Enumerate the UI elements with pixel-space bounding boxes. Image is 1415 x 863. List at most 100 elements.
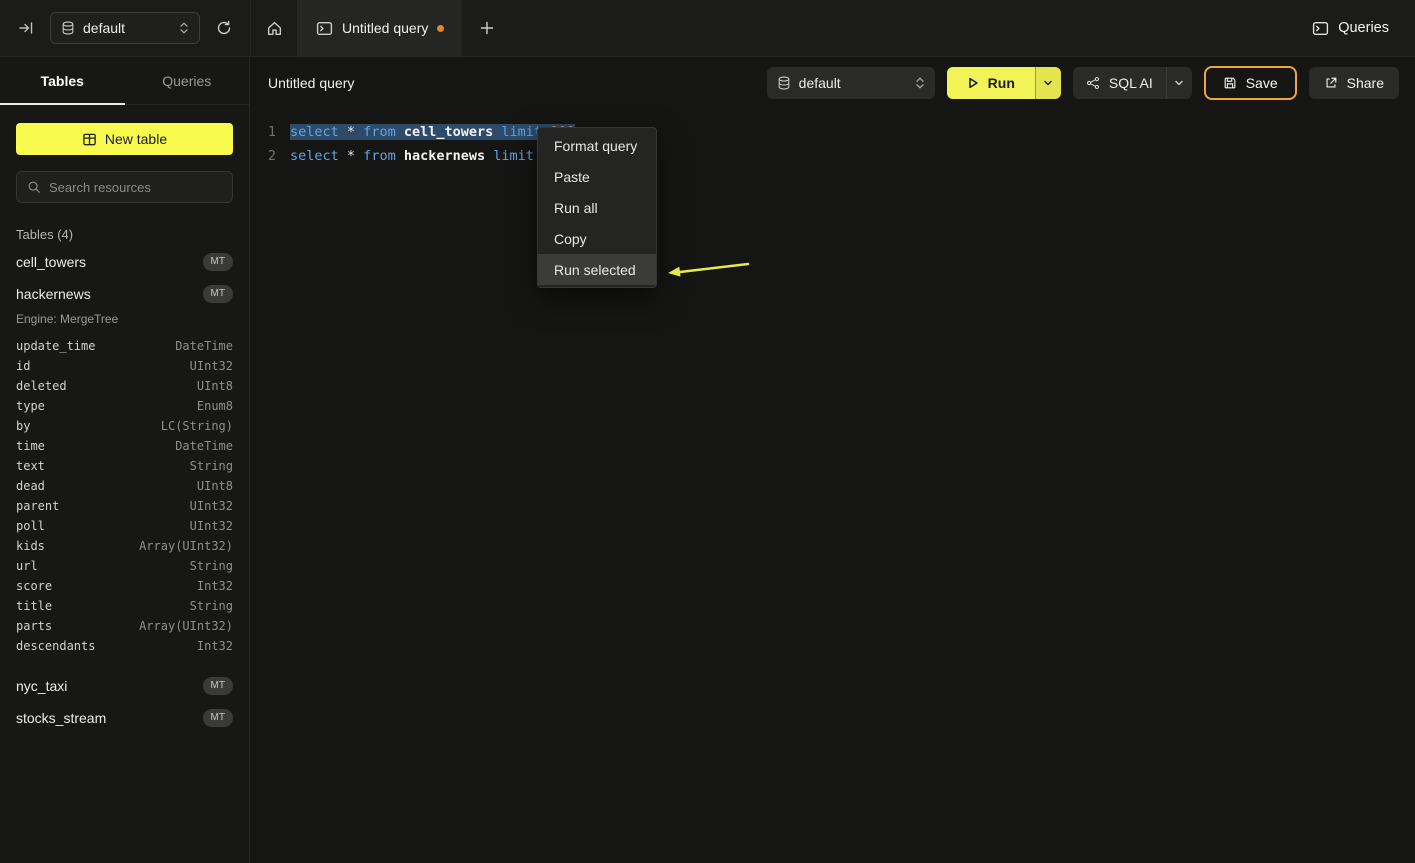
column-name: parts [16,619,52,633]
topbar-database-value: default [83,20,171,36]
run-button[interactable]: Run [947,67,1035,99]
table-row[interactable]: stocks_streamMT [0,702,249,734]
queries-button[interactable]: Queries [1312,20,1389,37]
collapse-sidebar-icon [18,20,34,36]
columns-list: update_timeDateTimeidUInt32deletedUInt8t… [0,336,249,670]
column-name: kids [16,539,45,553]
column-name: text [16,459,45,473]
column-row[interactable]: urlString [0,556,249,576]
search-input[interactable] [49,180,222,195]
save-icon [1223,76,1237,90]
column-type: Enum8 [197,399,233,413]
search-box [16,171,233,203]
new-table-label: New table [105,131,167,147]
query-icon [316,20,333,37]
column-row[interactable]: deadUInt8 [0,476,249,496]
menu-item-run-all[interactable]: Run all [538,192,656,223]
column-row[interactable]: descendantsInt32 [0,636,249,656]
column-row[interactable]: idUInt32 [0,356,249,376]
share-button[interactable]: Share [1309,67,1399,99]
table-name: nyc_taxi [16,678,67,694]
refresh-icon [216,20,232,36]
sql-ai-button-group: SQL AI [1073,67,1192,99]
search-icon [27,180,41,194]
column-row[interactable]: scoreInt32 [0,576,249,596]
menu-item-copy[interactable]: Copy [538,223,656,254]
column-name: url [16,559,38,573]
line-number: 1 [250,124,276,140]
engine-badge: MT [203,253,233,271]
chevron-updown-icon [915,76,925,90]
app-root: { "topbar": { "database_selector": { "va… [0,0,1415,863]
menu-item-paste[interactable]: Paste [538,161,656,192]
sql-editor[interactable]: 1 select * from cell_towers limit 100 2sel… [250,109,1415,863]
column-name: poll [16,519,45,533]
home-tab[interactable] [250,0,298,57]
column-row[interactable]: parentUInt32 [0,496,249,516]
topbar-right: Queries [1312,20,1415,37]
context-menu: Format queryPasteRun allCopyRun selected [537,127,657,288]
query-tab[interactable]: Untitled query [298,0,462,57]
sql-ai-label: SQL AI [1109,75,1153,91]
run-options-button[interactable] [1035,67,1061,99]
column-type: UInt32 [190,519,233,533]
refresh-button[interactable] [210,14,238,42]
share-button-label: Share [1347,75,1384,91]
column-type: String [190,459,233,473]
column-name: time [16,439,45,453]
code-line[interactable]: 2select * from hackernews limit 100 [250,144,1415,168]
column-type: UInt32 [190,499,233,513]
chevron-down-icon [1043,78,1053,88]
save-button-label: Save [1246,75,1278,91]
chevron-updown-icon [179,21,189,35]
query-title: Untitled query [268,75,354,91]
plus-icon [480,21,494,35]
table-name: hackernews [16,286,91,302]
column-row[interactable]: poll UInt32 [0,516,249,536]
column-row[interactable]: time DateTime [0,436,249,456]
column-row[interactable]: titleString [0,596,249,616]
menu-item-run-selected[interactable]: Run selected [538,254,656,285]
engine-label: Engine: MergeTree [0,310,249,336]
column-name: id [16,359,30,373]
topbar-database-selector[interactable]: default [50,12,200,44]
sidebar-tab-queries[interactable]: Queries [125,57,250,104]
new-tab-button[interactable] [462,0,512,57]
main-database-selector[interactable]: default [767,67,935,99]
table-row[interactable]: cell_towersMT [0,246,249,278]
column-row[interactable]: byLC(String) [0,416,249,436]
column-row[interactable]: parts Array(UInt32) [0,616,249,636]
table-name: stocks_stream [16,710,106,726]
sidebar-tab-tables-label: Tables [41,73,84,89]
run-button-label: Run [988,75,1015,91]
column-row[interactable]: text String [0,456,249,476]
main-panel: Untitled query default [250,57,1415,863]
column-row[interactable]: typeEnum8 [0,396,249,416]
column-type: DateTime [175,439,233,453]
queries-button-label: Queries [1338,20,1389,36]
column-row[interactable]: kidsArray(UInt32) [0,536,249,556]
line-number: 2 [250,148,276,164]
sidebar-tabs: Tables Queries [0,57,249,105]
database-icon [61,21,75,35]
table-row[interactable]: hackernews MT [0,278,249,310]
sidebar-tab-tables[interactable]: Tables [0,57,125,104]
collapse-sidebar-button[interactable] [12,14,40,42]
database-icon [777,76,791,90]
code-text: select * from cell_towers limit 100 [290,124,575,140]
column-name: update_time [16,339,95,353]
code-line[interactable]: 1 select * from cell_towers limit 100 [250,120,1415,144]
column-row[interactable]: deletedUInt8 [0,376,249,396]
table-row[interactable]: nyc_taxiMT [0,670,249,702]
engine-badge: MT [203,285,233,303]
sql-ai-options-button[interactable] [1166,67,1192,99]
column-type: Array(UInt32) [139,619,233,633]
menu-item-format-query[interactable]: Format query [538,130,656,161]
column-type: LC(String) [161,419,233,433]
sql-ai-button[interactable]: SQL AI [1073,67,1166,99]
tables-section-header: Tables (4) [16,227,233,242]
column-row[interactable]: update_timeDateTime [0,336,249,356]
new-table-button[interactable]: New table [16,123,233,155]
column-type: Int32 [197,579,233,593]
save-button[interactable]: Save [1204,66,1297,100]
